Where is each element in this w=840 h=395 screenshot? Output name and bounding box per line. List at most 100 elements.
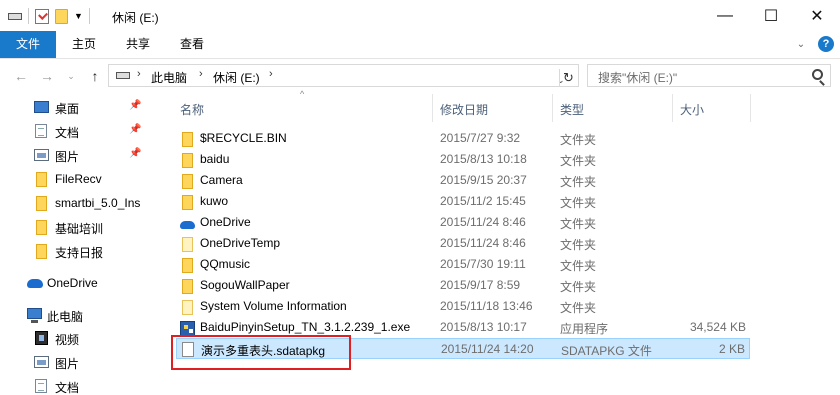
nav-item-videos[interactable]: 视频 [0,327,158,349]
folder-icon [182,195,193,210]
file-row[interactable]: QQmusic 2015/7/30 19:11 文件夹 [176,254,750,275]
address-bar[interactable]: › 此电脑 › 休闲 (E:) › ⌄ ↻ [108,64,579,87]
search-icon[interactable] [812,69,823,80]
tab-view[interactable]: 查看 [170,31,214,58]
nav-item-smartbi[interactable]: smartbi_5.0_Ins [0,192,158,214]
nav-item-daily-report[interactable]: 支持日报 [0,240,158,262]
nav-item-documents[interactable]: 文档 📌 [0,120,158,142]
navigation-pane: 桌面 📌 文档 📌 图片 📌 FileRecv smartbi_5.0_Ins … [0,94,158,395]
maximize-button[interactable]: ☐ [748,0,794,31]
new-folder-icon[interactable] [55,8,68,24]
column-divider[interactable] [672,94,673,122]
nav-item-label: 桌面 [55,102,80,116]
folder-icon [182,153,193,168]
nav-item-pc-documents[interactable]: 文档 [0,375,158,395]
file-name: 演示多重表头.sdatapkg [201,344,326,358]
drive-icon [116,72,130,79]
file-date: 2015/7/27 9:32 [440,131,521,145]
folder-icon [36,196,47,211]
file-size: 2 KB [718,342,745,356]
folder-icon [36,172,47,187]
breadcrumb-this-pc[interactable]: 此电脑 [151,69,187,86]
nav-item-desktop[interactable]: 桌面 📌 [0,96,158,118]
file-row[interactable]: OneDriveTemp 2015/11/24 8:46 文件夹 [176,233,750,254]
tab-file[interactable]: 文件 [0,31,56,58]
column-divider[interactable] [750,94,751,122]
pin-icon[interactable]: 📌 [129,148,141,159]
file-type: 文件夹 [560,217,597,231]
file-row-selected[interactable]: 演示多重表头.sdatapkg 2015/11/24 14:20 SDATAPK… [176,338,750,359]
customize-toolbar-icon[interactable]: ▼ [74,11,83,21]
ribbon: 文件 主页 共享 查看 ⌄ ? [0,31,840,59]
folder-icon [182,258,193,273]
file-type: 文件夹 [560,154,597,168]
file-row[interactable]: System Volume Information 2015/11/18 13:… [176,296,750,317]
tab-home[interactable]: 主页 [62,31,106,58]
nav-item-filerecv[interactable]: FileRecv [0,168,158,190]
nav-item-basic-training[interactable]: 基础培训 [0,216,158,238]
file-date: 2015/11/24 8:46 [440,215,526,229]
file-name: QQmusic [200,257,251,271]
file-row[interactable]: kuwo 2015/11/2 15:45 文件夹 [176,191,750,212]
file-row[interactable]: BaiduPinyinSetup_TN_3.1.2.239_1.exe 2015… [176,317,750,338]
quick-access-toolbar: ▼ [8,7,90,25]
videos-icon [35,331,48,345]
nav-item-onedrive[interactable]: OneDrive [0,272,158,294]
pin-icon[interactable]: 📌 [129,124,141,135]
file-name: Camera [200,173,243,187]
file-type: 文件夹 [560,196,597,210]
breadcrumb-drive[interactable]: 休闲 (E:) [213,69,260,86]
file-name: OneDrive [200,215,251,229]
column-divider[interactable] [552,94,553,122]
breadcrumb-separator-icon[interactable]: › [137,68,141,80]
recent-locations-icon[interactable]: ⌄ [62,67,80,85]
file-date: 2015/8/13 10:18 [440,152,527,166]
breadcrumb-separator-icon[interactable]: › [269,68,273,80]
refresh-icon[interactable]: ↻ [559,69,577,86]
file-type: 文件夹 [560,259,597,273]
column-header-name[interactable]: 名称 [180,101,204,121]
file-row[interactable]: Camera 2015/9/15 20:37 文件夹 [176,170,750,191]
window-title: 休闲 (E:) [112,11,159,25]
file-size: 34,524 KB [689,320,746,334]
up-arrow-icon[interactable]: ↑ [86,67,104,85]
nav-item-pictures[interactable]: 图片 📌 [0,144,158,166]
column-divider[interactable] [432,94,433,122]
file-type: 文件夹 [560,238,597,252]
close-button[interactable]: ✕ [794,0,840,31]
column-header-date[interactable]: 修改日期 [440,101,488,121]
file-list: ^ 名称 修改日期 类型 大小 $RECYCLE.BIN 2015/7/27 9… [158,89,840,395]
file-type: 文件夹 [560,175,597,189]
file-row[interactable]: OneDrive 2015/11/24 8:46 文件夹 [176,212,750,233]
properties-icon[interactable] [35,8,49,24]
minimize-button[interactable]: — [702,0,748,31]
pin-icon[interactable]: 📌 [129,100,141,111]
folder-icon [182,279,193,294]
back-arrow-icon[interactable]: ← [12,67,30,85]
column-header-type[interactable]: 类型 [560,101,584,121]
search-placeholder: 搜索"休闲 (E:)" [598,71,678,85]
file-row[interactable]: $RECYCLE.BIN 2015/7/27 9:32 文件夹 [176,128,750,149]
onedrive-icon [27,279,43,288]
expand-ribbon-icon[interactable]: ⌄ [794,37,808,51]
file-type: 文件夹 [560,133,597,147]
exe-icon [180,321,195,336]
file-row[interactable]: SogouWallPaper 2015/9/17 8:59 文件夹 [176,275,750,296]
file-row[interactable]: baidu 2015/8/13 10:18 文件夹 [176,149,750,170]
file-date: 2015/11/18 13:46 [440,299,533,313]
nav-item-label: FileRecv [55,172,102,186]
breadcrumb-separator-icon[interactable]: › [199,68,203,80]
help-icon[interactable]: ? [818,36,834,52]
toolbar-divider [88,8,90,24]
search-box[interactable]: 搜索"休闲 (E:)" [587,64,831,87]
column-header-size[interactable]: 大小 [680,101,704,121]
tab-share[interactable]: 共享 [116,31,160,58]
documents-icon [35,379,47,393]
nav-item-this-pc[interactable]: 此电脑 [0,304,158,326]
pictures-icon [34,356,49,368]
forward-arrow-icon[interactable]: → [38,67,56,85]
nav-item-label: 基础培训 [55,222,104,236]
documents-icon [35,124,47,138]
file-name: kuwo [200,194,229,208]
nav-item-pc-pictures[interactable]: 图片 [0,351,158,373]
